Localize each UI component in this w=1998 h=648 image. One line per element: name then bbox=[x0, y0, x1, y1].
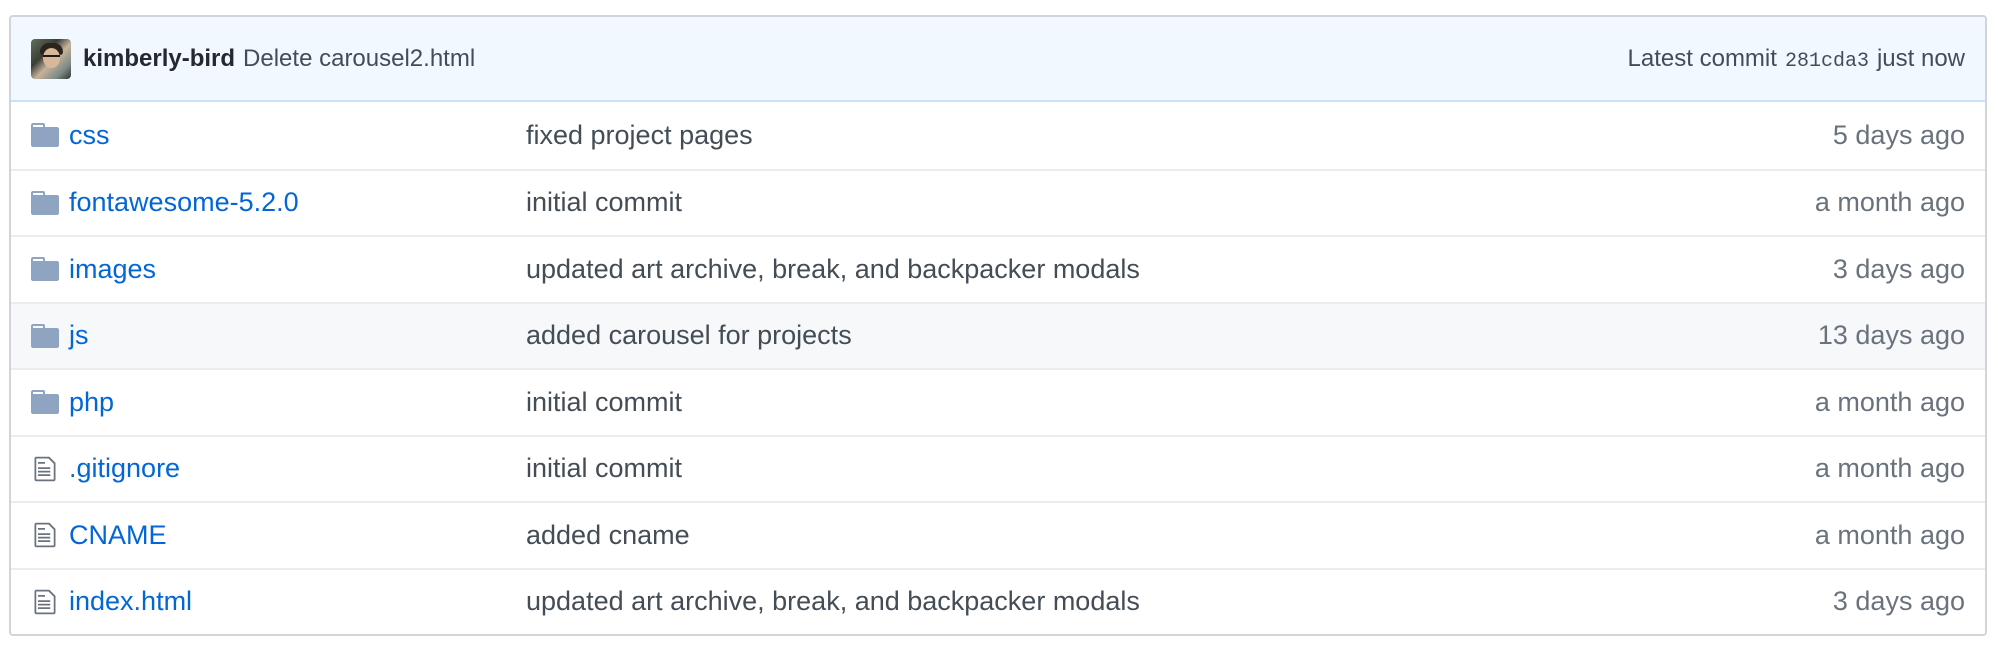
file-row: index.html updated art archive, break, a… bbox=[11, 567, 1985, 634]
file-row: images updated art archive, break, and b… bbox=[11, 235, 1985, 302]
file-icon bbox=[31, 521, 59, 549]
commit-author-link[interactable]: kimberly-bird bbox=[83, 45, 235, 73]
commit-message-link[interactable]: Delete carousel2.html bbox=[243, 45, 475, 73]
commit-message-link[interactable]: fixed project pages bbox=[526, 120, 1833, 151]
commit-message-link[interactable]: added cname bbox=[526, 520, 1815, 551]
folder-icon bbox=[31, 255, 59, 283]
commit-message-link[interactable]: initial commit bbox=[526, 453, 1815, 484]
commit-age: a month ago bbox=[1814, 519, 1965, 550]
file-name-link[interactable]: CNAME bbox=[69, 520, 526, 551]
latest-commit-label: Latest commit bbox=[1627, 44, 1777, 72]
commit-age: 5 days ago bbox=[1832, 119, 1965, 150]
commit-age: a month ago bbox=[1814, 453, 1965, 484]
file-row: .gitignore initial commit a month ago bbox=[11, 434, 1985, 501]
commit-message-link[interactable]: initial commit bbox=[526, 187, 1815, 218]
commit-age: a month ago bbox=[1814, 386, 1965, 417]
file-icon bbox=[31, 455, 59, 483]
file-row: js added carousel for projects 13 days a… bbox=[11, 301, 1985, 368]
file-name-link[interactable]: js bbox=[69, 320, 526, 351]
latest-commit-info: Latest commit 281cda3 just now bbox=[1628, 45, 1965, 73]
commit-sha-link[interactable]: 281cda3 bbox=[1785, 50, 1869, 73]
folder-icon bbox=[31, 388, 59, 416]
file-row: php initial commit a month ago bbox=[11, 368, 1985, 435]
file-name-link[interactable]: php bbox=[69, 387, 526, 418]
file-icon bbox=[31, 588, 59, 616]
file-name-link[interactable]: images bbox=[69, 254, 526, 285]
commit-message-link[interactable]: updated art archive, break, and backpack… bbox=[526, 586, 1833, 617]
commit-time: just now bbox=[1876, 44, 1965, 72]
commit-age: 3 days ago bbox=[1832, 586, 1965, 617]
file-navigation-table: kimberly-bird Delete carousel2.html Late… bbox=[9, 15, 1987, 636]
file-name-link[interactable]: index.html bbox=[69, 586, 526, 617]
commit-age: a month ago bbox=[1814, 187, 1965, 218]
commit-age: 13 days ago bbox=[1817, 320, 1965, 351]
latest-commit-bar: kimberly-bird Delete carousel2.html Late… bbox=[11, 17, 1985, 102]
commit-message-link[interactable]: added carousel for projects bbox=[526, 320, 1818, 351]
file-row: fontawesome-5.2.0 initial commit a month… bbox=[11, 168, 1985, 235]
file-name-link[interactable]: .gitignore bbox=[69, 453, 526, 484]
file-row: CNAME added cname a month ago bbox=[11, 501, 1985, 568]
commit-message-link[interactable]: updated art archive, break, and backpack… bbox=[526, 254, 1833, 285]
commit-message-link[interactable]: initial commit bbox=[526, 387, 1815, 418]
file-name-link[interactable]: css bbox=[69, 120, 526, 151]
file-list: css fixed project pages 5 days ago fonta… bbox=[11, 102, 1985, 634]
file-name-link[interactable]: fontawesome-5.2.0 bbox=[69, 187, 526, 218]
commit-age: 3 days ago bbox=[1832, 253, 1965, 284]
folder-icon bbox=[31, 121, 59, 149]
folder-icon bbox=[31, 322, 59, 350]
file-row: css fixed project pages 5 days ago bbox=[11, 102, 1985, 169]
author-avatar[interactable] bbox=[31, 38, 71, 79]
folder-icon bbox=[31, 189, 59, 217]
